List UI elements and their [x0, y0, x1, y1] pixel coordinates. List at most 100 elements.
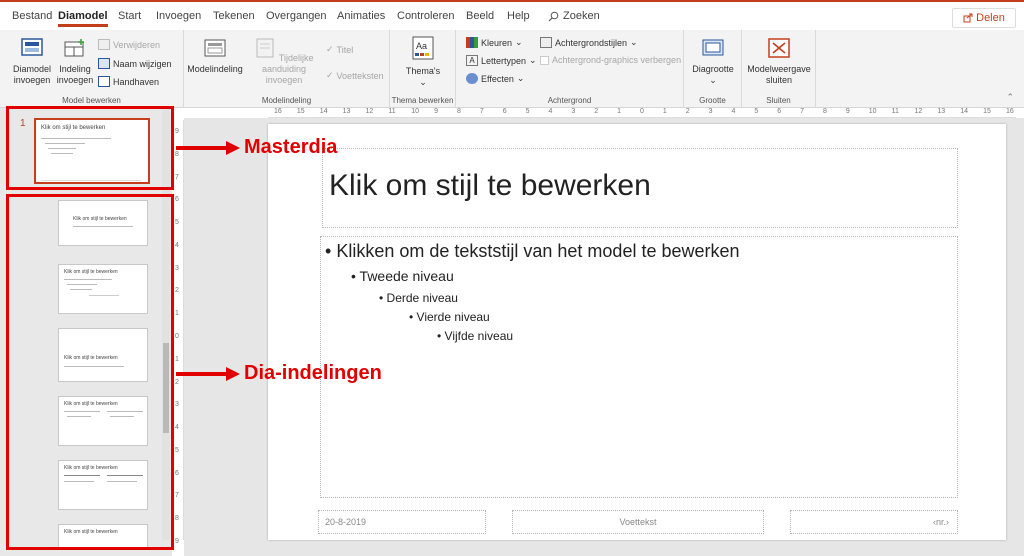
ruler-tick-label: 13	[937, 108, 946, 115]
share-label: Delen	[976, 12, 1005, 24]
ruler-tick-label: 3	[571, 108, 576, 115]
chevron-down-icon: ⌄	[529, 55, 537, 65]
checkbox-icon	[540, 55, 549, 65]
ruler-tick-label: 8	[457, 108, 461, 115]
title-placeholder[interactable]: Klik om stijl te bewerken	[322, 148, 958, 228]
handhaven-button[interactable]: Handhaven	[98, 76, 159, 87]
search-box[interactable]: Zoeken	[548, 10, 600, 22]
ruler-tick-label: 9	[175, 128, 179, 135]
close-master-view-icon	[768, 38, 790, 58]
ruler-tick-label: 2	[685, 108, 690, 115]
tab-tekenen[interactable]: Tekenen	[213, 10, 255, 22]
ruler-tick-label: 2	[594, 108, 599, 115]
effects-icon	[466, 73, 478, 84]
ruler-tick-label: 1	[175, 310, 179, 318]
footer-date-placeholder[interactable]: 20-8-2019	[318, 510, 486, 534]
annotation-box-master	[6, 106, 174, 190]
tab-controleren[interactable]: Controleren	[397, 10, 454, 22]
insert-layout-icon	[64, 39, 84, 57]
group-achtergrond: Kleuren ⌄ A Lettertypen ⌄ Effecten ⌄ Achter…	[456, 30, 684, 108]
group-label-achtergrond: Achtergrond	[547, 96, 592, 105]
effecten-button[interactable]: Effecten ⌄	[466, 73, 524, 84]
footer-text-placeholder[interactable]: Voettekst	[512, 510, 764, 534]
ruler-tick-label: 8	[823, 108, 827, 115]
tab-bestand[interactable]: Bestand	[12, 10, 52, 22]
callout-dia-indelingen: Dia-indelingen	[244, 362, 382, 384]
ruler-tick-label: 1	[175, 355, 179, 363]
group-grootte: Diagrootte ⌄ Grootte	[684, 30, 742, 108]
tab-beeld[interactable]: Beeld	[466, 10, 494, 22]
themes-icon: Aa	[412, 36, 434, 60]
modelweergave-sluiten-button[interactable]: Modelweergave sluiten	[746, 38, 812, 86]
ribbon-tab-bar: Bestand Diamodel Start Invoegen Tekenen …	[0, 0, 1024, 30]
master-layout-icon	[204, 39, 226, 57]
check-icon: ✓	[326, 44, 334, 54]
ruler-tick-label: 4	[175, 241, 179, 249]
group-modelindeling: Modelindeling Tijdelijke aanduiding invo…	[184, 30, 390, 108]
ruler-tick-label: 7	[479, 108, 484, 115]
diagrootte-button[interactable]: Diagrootte ⌄	[688, 38, 738, 86]
ruler-tick-label: 10	[868, 108, 877, 115]
achtergrondstijlen-button[interactable]: Achtergrondstijlen ⌄	[540, 37, 638, 48]
ruler-tick-label: 14	[319, 108, 328, 115]
ruler-tick-label: 3	[175, 401, 179, 409]
delete-icon	[98, 39, 110, 50]
tab-animaties[interactable]: Animaties	[337, 10, 385, 22]
check-icon: ✓	[326, 70, 334, 80]
ruler-tick-label: 2	[175, 287, 179, 295]
group-label-thema-bewerken: Thema bewerken	[391, 96, 454, 105]
group-label-model-bewerken: Model bewerken	[62, 96, 121, 105]
callout-masterdia: Masterdia	[244, 136, 338, 158]
chevron-down-icon: ⌄	[515, 37, 523, 47]
chevron-down-icon: ⌄	[419, 77, 427, 87]
graphics-verbergen-checkbox[interactable]: Achtergrond-graphics verbergen	[540, 55, 681, 65]
ruler-tick-label: 14	[960, 108, 969, 115]
indeling-invoegen-button[interactable]: Indeling invoegen	[56, 38, 94, 86]
share-icon	[963, 13, 973, 23]
ribbon: Diamodel invoegen Indeling invoegen Verw…	[0, 30, 1024, 108]
arrow-icon	[176, 367, 240, 381]
ruler-tick-label: 0	[640, 108, 644, 115]
body-placeholder[interactable]: • Klikken om de tekststijl van het model…	[320, 236, 958, 498]
modelindeling-button[interactable]: Modelindeling	[186, 38, 244, 75]
ruler-tick-label: 4	[175, 424, 179, 432]
tab-overgangen[interactable]: Overgangen	[266, 10, 327, 22]
ruler-tick-label: 8	[175, 515, 179, 523]
tab-help[interactable]: Help	[507, 10, 530, 22]
arrow-icon	[176, 141, 240, 155]
svg-text:Aa: Aa	[416, 41, 427, 51]
tijdelijke-aanduiding-button[interactable]: Tijdelijke aanduiding invoegen	[244, 38, 324, 86]
naam-wijzigen-button[interactable]: Naam wijzigen	[98, 58, 172, 69]
annotation-box-layouts	[6, 194, 174, 550]
kleuren-button[interactable]: Kleuren ⌄	[466, 37, 523, 48]
lettertypen-button[interactable]: A Lettertypen ⌄	[466, 55, 537, 66]
background-styles-icon	[540, 37, 552, 48]
titel-checkbox[interactable]: ✓ Titel	[326, 44, 353, 55]
ruler-tick-label: 5	[525, 108, 530, 115]
level-2-item: • Tweede niveau	[351, 268, 454, 284]
share-button[interactable]: Delen	[952, 8, 1016, 28]
group-label-sluiten: Sluiten	[766, 96, 791, 105]
ruler-tick-label: 0	[175, 333, 179, 340]
tab-diamodel[interactable]: Diamodel	[58, 10, 108, 27]
tab-start[interactable]: Start	[118, 10, 141, 22]
ruler-tick-label: 16	[274, 108, 282, 115]
slide-size-icon	[702, 39, 724, 56]
tab-invoegen[interactable]: Invoegen	[156, 10, 201, 22]
diamodel-invoegen-button[interactable]: Diamodel invoegen	[8, 38, 56, 86]
horizontal-ruler: 16 15 14 13 12 11 10 9 8 7 6 5 4 3 2 1 0 1 2 3 4 5 6 7 8 9 10 11 12 1…	[268, 108, 1016, 118]
ruler-tick-label: 9	[175, 538, 179, 545]
themas-button[interactable]: Aa Thema's ⌄	[396, 36, 450, 88]
level-4-item: • Vierde niveau	[409, 310, 490, 324]
footer-number-placeholder[interactable]: ‹nr.›	[790, 510, 958, 534]
placeholder-icon	[256, 38, 274, 58]
level-5-item: • Vijfde niveau	[437, 329, 514, 343]
level-1-item: • Klikken om de tekststijl van het model…	[325, 241, 740, 261]
search-icon	[548, 11, 559, 21]
voetteksten-checkbox[interactable]: ✓ Voetteksten	[326, 70, 384, 81]
search-label: Zoeken	[563, 10, 600, 22]
collapse-ribbon-icon[interactable]: ⌃	[1006, 92, 1014, 103]
verwijderen-button[interactable]: Verwijderen	[98, 39, 160, 50]
insert-master-icon	[21, 38, 43, 56]
ruler-tick-label: 13	[342, 108, 351, 115]
